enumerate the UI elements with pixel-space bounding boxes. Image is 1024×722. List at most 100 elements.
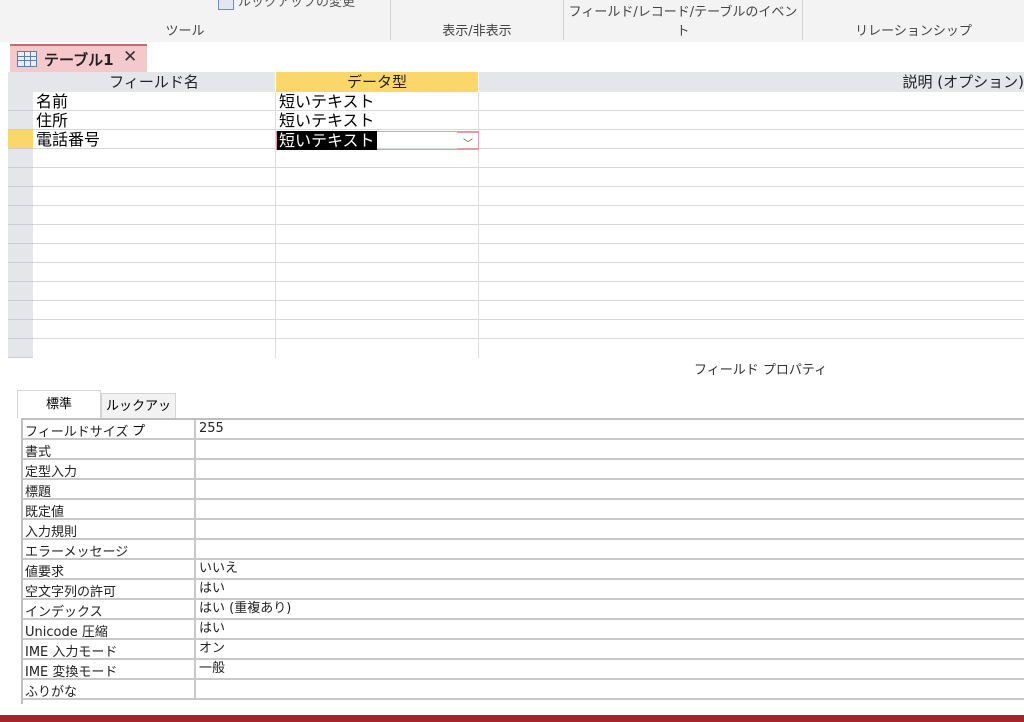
- property-value[interactable]: はい (重複あり): [194, 600, 1024, 618]
- row-selector[interactable]: [8, 263, 33, 282]
- ribbon-group-label: 表示/非表示: [442, 24, 512, 39]
- field-name-cell[interactable]: 名前: [36, 92, 68, 111]
- row-divider: [33, 338, 1024, 339]
- row-divider: [33, 148, 1024, 149]
- row-selector[interactable]: [8, 225, 33, 244]
- property-value[interactable]: はい: [194, 580, 1024, 598]
- property-label: 値要求: [25, 565, 65, 580]
- property-value[interactable]: [194, 680, 1024, 698]
- property-label: 定型入力: [25, 465, 78, 480]
- table-design-grid: フィールド名 データ型 説明 (オプション) 名前 短いテキスト 住所 短いテキ…: [8, 72, 1024, 358]
- row-selector[interactable]: [8, 187, 33, 206]
- row-divider: [33, 319, 1024, 320]
- property-row[interactable]: フィールドサイズ 255: [23, 420, 1024, 440]
- row-selector[interactable]: [8, 301, 33, 320]
- property-row[interactable]: 既定値: [23, 500, 1024, 520]
- property-value[interactable]: [194, 460, 1024, 478]
- row-selector[interactable]: [8, 282, 33, 301]
- property-label: フィールドサイズ: [25, 425, 129, 440]
- column-header-data-type[interactable]: データ型: [276, 72, 478, 92]
- data-type-cell[interactable]: 短いテキスト: [279, 111, 375, 130]
- ribbon-group-label: フィールド/レコード/テーブルのイベント: [568, 5, 798, 39]
- property-row[interactable]: エラーメッセージ: [23, 540, 1024, 560]
- row-selector[interactable]: [8, 320, 33, 339]
- property-row[interactable]: インデックス はい (重複あり): [23, 600, 1024, 620]
- row-selector-current[interactable]: [8, 130, 33, 149]
- property-row[interactable]: IME 変換モード 一般: [23, 660, 1024, 680]
- property-value[interactable]: はい: [194, 620, 1024, 638]
- document-tab-title: テーブル1: [44, 51, 114, 69]
- tab-lookup[interactable]: ルックアップ: [101, 393, 176, 439]
- row-divider: [33, 300, 1024, 301]
- property-value[interactable]: [194, 440, 1024, 458]
- field-name-cell[interactable]: 電話番号: [36, 130, 100, 149]
- data-type-cell[interactable]: 短いテキスト: [279, 92, 375, 111]
- property-value[interactable]: [194, 540, 1024, 558]
- row-divider: [33, 224, 1024, 225]
- row-divider: [33, 205, 1024, 206]
- data-type-cell-selected[interactable]: 短いテキスト: [277, 131, 377, 150]
- field-properties-sheet: フィールドサイズ 255 書式 定型入力 標題 既定値 入力規則 エラーメッセージ…: [21, 418, 1024, 704]
- property-row[interactable]: 入力規則: [23, 520, 1024, 540]
- property-row[interactable]: IME 入力モード オン: [23, 640, 1024, 660]
- row-selector[interactable]: [8, 92, 33, 111]
- row-selector[interactable]: [8, 111, 33, 130]
- property-row[interactable]: 空文字列の許可 はい: [23, 580, 1024, 600]
- property-label: 書式: [25, 445, 52, 460]
- document-tab-table1[interactable]: テーブル1 ✕: [10, 44, 147, 72]
- property-value[interactable]: [194, 480, 1024, 498]
- close-icon[interactable]: ✕: [123, 47, 137, 67]
- column-header-description[interactable]: 説明 (オプション): [479, 72, 1024, 92]
- ribbon-group-label: リレーションシップ: [855, 24, 972, 39]
- property-value[interactable]: いいえ: [194, 560, 1024, 578]
- property-row[interactable]: 書式: [23, 440, 1024, 460]
- property-value[interactable]: 一般: [194, 660, 1024, 678]
- table-icon: [17, 51, 37, 67]
- row-divider: [33, 243, 1024, 244]
- ribbon-group-show-hide: 表示/非表示: [391, 0, 563, 42]
- data-type-dropdown-button[interactable]: ﹀: [457, 132, 479, 150]
- property-row[interactable]: ふりがな: [23, 680, 1024, 700]
- tab-standard[interactable]: 標準: [17, 390, 101, 418]
- row-selector[interactable]: [8, 206, 33, 225]
- property-value[interactable]: 255: [194, 420, 1024, 438]
- property-value[interactable]: [194, 500, 1024, 518]
- ribbon-group-events: フィールド/レコード/テーブルのイベント: [564, 0, 802, 42]
- property-label: IME 入力モード: [25, 645, 118, 660]
- row-divider: [33, 186, 1024, 187]
- status-bar-edge: [0, 715, 1024, 722]
- property-label: 空文字列の許可: [25, 585, 117, 600]
- ribbon: ルックアップの変更 ツール 表示/非表示 フィールド/レコード/テーブルのイベン…: [0, 0, 1024, 43]
- field-properties-title: フィールド プロパティ: [694, 363, 828, 378]
- row-selector[interactable]: [8, 149, 33, 168]
- row-selector[interactable]: [8, 339, 33, 358]
- property-row[interactable]: 定型入力: [23, 460, 1024, 480]
- property-label: 標題: [25, 485, 52, 500]
- property-row[interactable]: 値要求 いいえ: [23, 560, 1024, 580]
- ribbon-group-relationships: リレーションシップ: [803, 0, 1024, 42]
- property-label: インデックス: [25, 605, 103, 620]
- document-tab-strip: テーブル1 ✕: [0, 42, 1024, 72]
- property-label: 既定値: [25, 505, 65, 520]
- row-divider: [33, 129, 1024, 130]
- row-divider: [33, 167, 1024, 168]
- property-value[interactable]: オン: [194, 640, 1024, 658]
- column-header-field-name[interactable]: フィールド名: [33, 72, 275, 92]
- row-selector[interactable]: [8, 168, 33, 187]
- row-selector[interactable]: [8, 244, 33, 263]
- ribbon-group-label: ツール: [165, 24, 205, 39]
- field-name-cell[interactable]: 住所: [36, 111, 68, 130]
- property-label: 入力規則: [25, 525, 78, 540]
- property-label: ふりがな: [25, 685, 78, 700]
- property-label: エラーメッセージ: [25, 545, 129, 560]
- chevron-down-icon: ﹀: [463, 139, 473, 150]
- row-divider: [33, 281, 1024, 282]
- row-divider: [33, 110, 1024, 111]
- property-label: IME 変換モード: [25, 665, 118, 680]
- ribbon-group-tools: ツール: [0, 0, 390, 42]
- property-value[interactable]: [194, 520, 1024, 538]
- row-divider: [33, 262, 1024, 263]
- property-row[interactable]: 標題: [23, 480, 1024, 500]
- property-label: Unicode 圧縮: [25, 625, 108, 640]
- property-row[interactable]: Unicode 圧縮 はい: [23, 620, 1024, 640]
